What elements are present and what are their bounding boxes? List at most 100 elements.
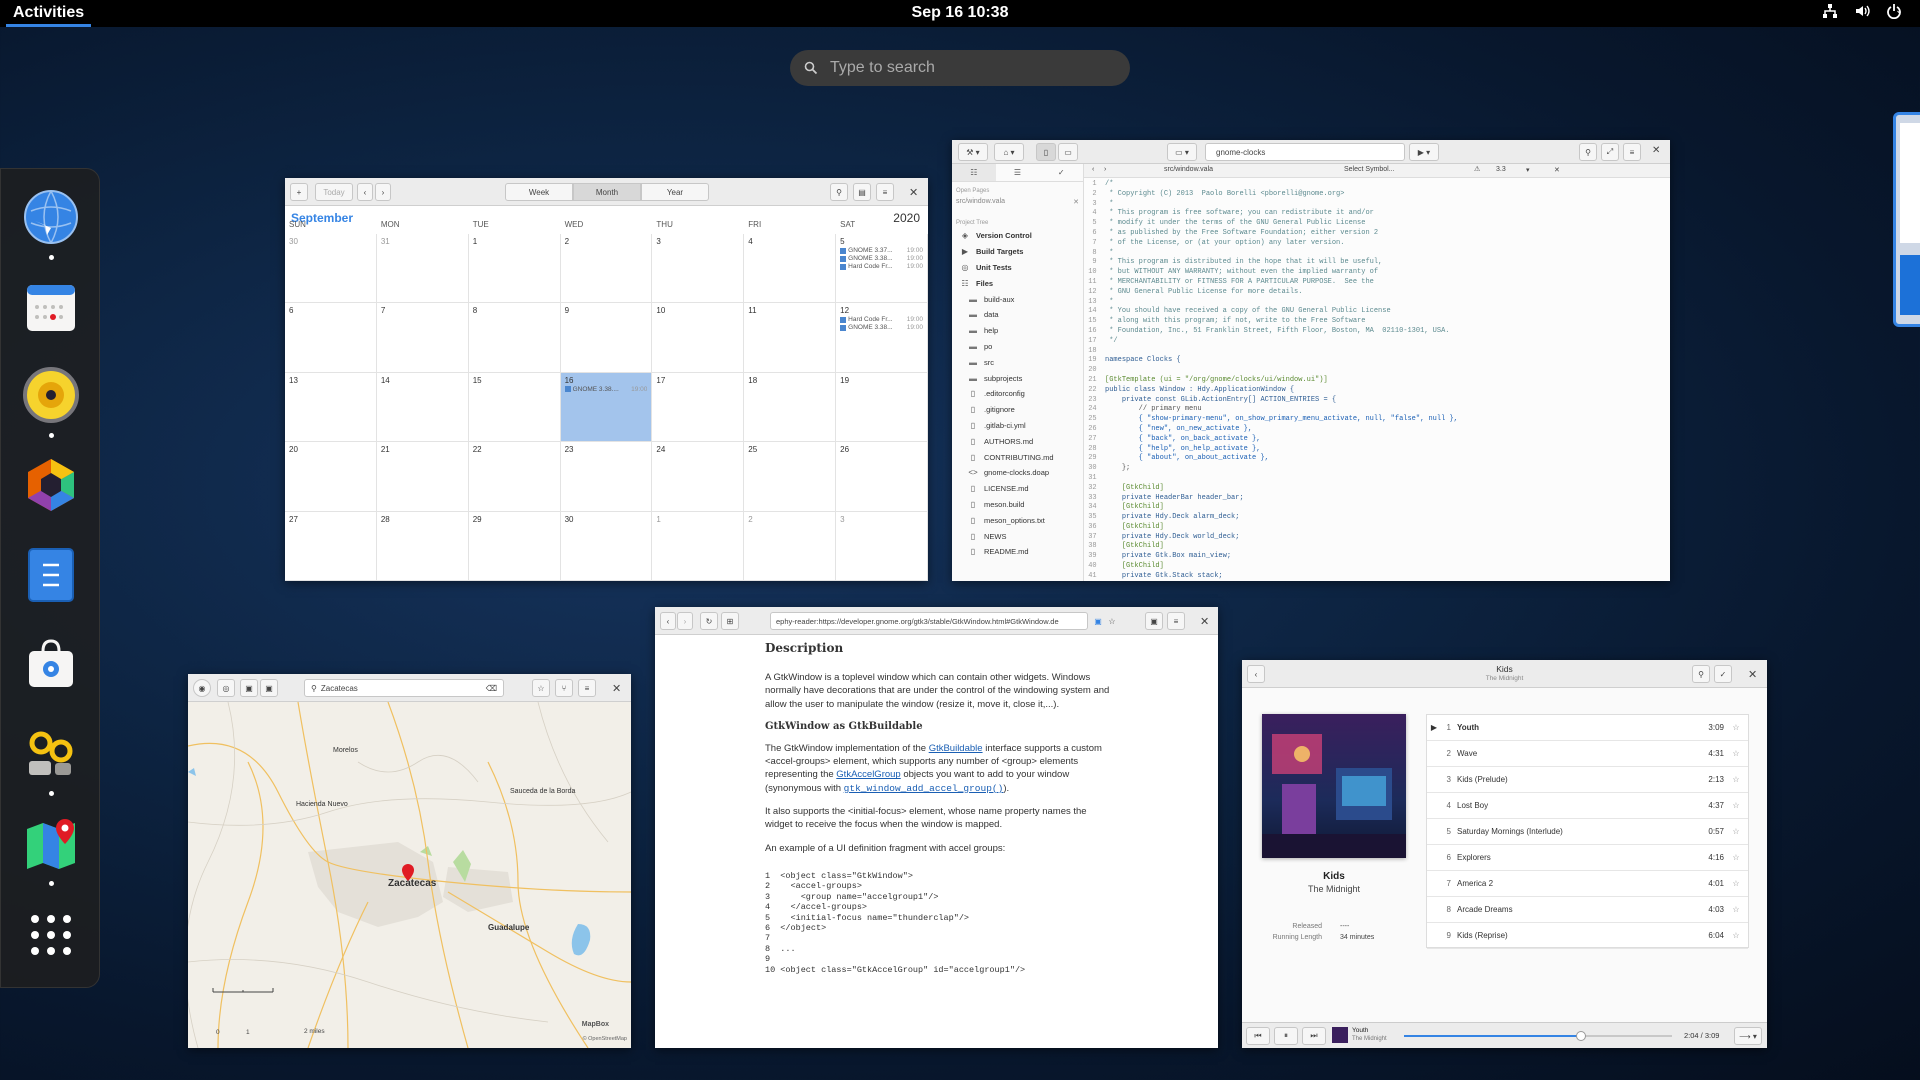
clear-icon[interactable]: ⌫ <box>486 684 497 693</box>
day-cell[interactable]: 27 <box>285 511 377 581</box>
day-cell[interactable]: 8 <box>468 303 561 373</box>
track-list[interactable]: ▶ 1 Youth 3:09 ☆ 2 Wave 4:31 ☆ 3 Kids (Prelude) 2:1… <box>1426 714 1749 949</box>
progress-track[interactable] <box>1404 1031 1672 1041</box>
previous-track-button[interactable]: ⏮ <box>1246 1027 1270 1045</box>
track-row[interactable]: 3 Kids (Prelude) 2:13 ☆ <box>1427 767 1748 793</box>
day-cell[interactable]: 1 <box>652 511 745 581</box>
open-page-item[interactable]: src/window.vala ✕ <box>952 196 1083 208</box>
reload-button[interactable]: ↻ <box>700 612 718 630</box>
tree-item[interactable]: ▬ po <box>952 339 1083 355</box>
day-cell[interactable]: 5 GNOME 3.37... 19:00 GNOME 3.38... 19:00 Har… <box>836 234 928 304</box>
search-input[interactable]: Type to search <box>830 59 935 77</box>
files-icon[interactable] <box>21 545 81 605</box>
day-cell[interactable]: 26 <box>836 442 928 512</box>
today-button[interactable]: Today <box>315 183 353 201</box>
show-apps-icon[interactable] <box>21 905 81 965</box>
month-grid[interactable]: SUN MON TUE WED THU FRI SAT 30 31 1 2 3 4 5 GNOME 3.37… <box>285 220 928 581</box>
day-cell[interactable]: 28 <box>376 511 469 581</box>
map-place-label[interactable]: Zacatecas <box>388 878 437 889</box>
tab-project[interactable]: ☷ <box>952 164 996 181</box>
tree-item[interactable]: ▯ meson.build <box>952 497 1083 513</box>
day-cell[interactable]: 12 Hard Code Fr... 19:00 GNOME 3.38... 19:00 <box>836 303 928 373</box>
gtkbuildable-link[interactable]: GtkBuildable <box>929 743 983 754</box>
system-tray[interactable] <box>1822 3 1902 23</box>
music-window[interactable]: ‹ Kids The Midnight ⚲ ✓ ✕ Kids The Midni… <box>1242 660 1767 1048</box>
day-cell[interactable]: 15 <box>468 372 561 443</box>
tree-item[interactable]: ▯ .gitlab-ci.yml <box>952 418 1083 434</box>
bookmark-icon[interactable]: ☆ <box>1105 612 1119 630</box>
run-config-button[interactable]: ⌂ ▾ <box>994 143 1024 161</box>
overview-search[interactable]: Type to search <box>790 50 1130 86</box>
close-button[interactable]: ✕ <box>1200 615 1209 628</box>
day-cell[interactable]: 16 GNOME 3.38.... 19:00 <box>560 372 653 443</box>
favorite-star-icon[interactable]: ☆ <box>1724 801 1748 810</box>
tree-item[interactable]: ▯ NEWS <box>952 528 1083 544</box>
chevron-down-icon[interactable]: ▾ <box>1526 166 1530 174</box>
map-view[interactable]: Morelos Hacienda Nuevo Sauceda de la Borda… <box>188 702 631 1048</box>
event-item[interactable]: GNOME 3.37... 19:00 <box>840 247 923 254</box>
tree-item[interactable]: ▯ .gitignore <box>952 402 1083 418</box>
track-row[interactable]: 4 Lost Boy 4:37 ☆ <box>1427 793 1748 819</box>
tree-item[interactable]: ▯ README.md <box>952 544 1083 560</box>
tree-item[interactable]: ▯ AUTHORS.md <box>952 433 1083 449</box>
day-cell[interactable]: 13 <box>285 372 377 443</box>
builder-icon[interactable] <box>21 455 81 515</box>
calendar-icon[interactable] <box>21 277 81 337</box>
day-cell[interactable]: 1 <box>468 234 561 304</box>
day-cell[interactable]: 20 <box>285 442 377 512</box>
search-button[interactable]: ⚲ <box>830 183 848 201</box>
map-place-label[interactable]: Sauceda de la Borda <box>510 788 575 795</box>
menu-button[interactable]: ≡ <box>876 183 894 201</box>
tree-item[interactable]: <> gnome-clocks.doap <box>952 465 1083 481</box>
day-cell[interactable]: 23 <box>560 442 653 512</box>
track-row[interactable]: 7 America 2 4:01 ☆ <box>1427 871 1748 897</box>
day-cell[interactable]: 14 <box>376 372 469 443</box>
tree-item[interactable]: ▯ CONTRIBUTING.md <box>952 449 1083 465</box>
route-button[interactable]: ⑂ <box>555 679 573 697</box>
sidebar-toggle[interactable]: ▯ <box>1036 143 1056 161</box>
devhelp-window[interactable]: ‹ › ↻ ⊞ ephy-reader:https://developer.gn… <box>655 607 1218 1048</box>
zoom-in-button[interactable]: ▣ <box>260 679 278 697</box>
tree-item[interactable]: ◈ Version Control <box>952 228 1083 244</box>
favorite-star-icon[interactable]: ☆ <box>1724 775 1748 784</box>
reader-mode-icon[interactable]: ▣ <box>1091 612 1105 630</box>
day-cell[interactable]: 4 <box>744 234 837 304</box>
add-accel-group-link[interactable]: gtk_window_add_accel_group() <box>844 783 1004 794</box>
bottom-panel-toggle[interactable]: ▭ <box>1058 143 1078 161</box>
day-cell[interactable]: 19 <box>836 372 928 443</box>
day-cell[interactable]: 9 <box>560 303 653 373</box>
favorite-star-icon[interactable]: ☆ <box>1724 905 1748 914</box>
search-button[interactable]: ⚲ <box>1692 665 1710 683</box>
location-button[interactable]: ◉ <box>193 679 211 697</box>
fullscreen-button[interactable]: ⤢ <box>1601 143 1619 161</box>
map-place-label[interactable]: Hacienda Nuevo <box>296 801 348 808</box>
maps-icon[interactable] <box>21 813 81 873</box>
tree-item[interactable]: ▯ LICENSE.md <box>952 481 1083 497</box>
tree-item[interactable]: ▬ build-aux <box>952 291 1083 307</box>
forward-button[interactable]: › <box>677 612 693 630</box>
day-cell[interactable]: 24 <box>652 442 745 512</box>
add-event-button[interactable]: + <box>290 183 308 201</box>
tree-item[interactable]: ☷ Files <box>952 275 1083 291</box>
tree-item[interactable]: ▶ Build Targets <box>952 244 1083 260</box>
favorite-star-icon[interactable]: ☆ <box>1724 827 1748 836</box>
map-place-label[interactable]: Morelos <box>333 747 358 754</box>
track-row[interactable]: ▶ 1 Youth 3:09 ☆ <box>1427 715 1748 741</box>
menu-button[interactable]: ≡ <box>578 679 596 697</box>
day-cell[interactable]: 7 <box>376 303 469 373</box>
pause-button[interactable]: ⏸ <box>1274 1027 1298 1045</box>
menu-button[interactable]: ≡ <box>1623 143 1641 161</box>
code-editor[interactable]: 1 /* 2 * Copyright (C) 2013 Paolo Borell… <box>1084 178 1670 581</box>
favorite-star-icon[interactable]: ☆ <box>1724 749 1748 758</box>
day-cell[interactable]: 11 <box>744 303 837 373</box>
close-page-icon[interactable]: ✕ <box>1073 198 1079 206</box>
tab-month[interactable]: Month <box>573 183 641 201</box>
track-row[interactable]: 9 Kids (Reprise) 6:04 ☆ <box>1427 923 1748 949</box>
track-row[interactable]: 8 Arcade Dreams 4:03 ☆ <box>1427 897 1748 923</box>
favorite-star-icon[interactable]: ☆ <box>1724 853 1748 862</box>
day-cell[interactable]: 21 <box>376 442 469 512</box>
day-cell[interactable]: 2 <box>560 234 653 304</box>
day-cell[interactable]: 29 <box>468 511 561 581</box>
day-cell[interactable]: 3 <box>652 234 745 304</box>
tree-item[interactable]: ▬ src <box>952 354 1083 370</box>
